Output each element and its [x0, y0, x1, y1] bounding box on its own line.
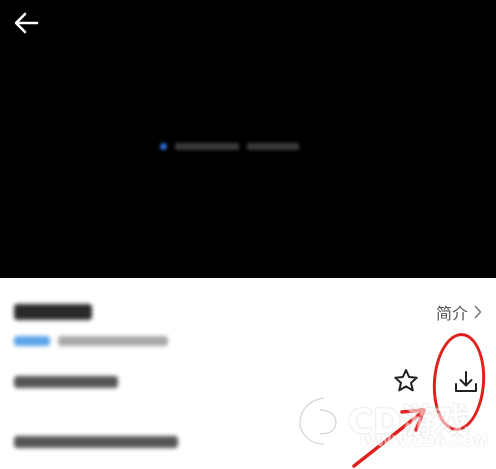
video-player[interactable]: [0, 0, 496, 278]
subtitle-text-blurred: [14, 376, 118, 388]
intro-link[interactable]: 简介: [436, 300, 482, 324]
tag-badge-blurred: [14, 336, 50, 346]
chevron-right-icon: [474, 305, 482, 319]
loading-text-blurred: [247, 142, 299, 150]
watermark: CD游戏 WWW.CD6.COM: [290, 392, 490, 462]
loading-dot: [160, 142, 167, 150]
arrow-left-icon: [14, 12, 39, 34]
episode-text-blurred: [14, 436, 178, 448]
back-button[interactable]: [8, 8, 44, 38]
video-title-blurred: [14, 304, 92, 320]
watermark-url: WWW.CD6.COM: [360, 434, 490, 450]
meta-text-blurred: [58, 336, 168, 346]
star-icon: [394, 369, 418, 392]
loading-text-blurred: [175, 142, 239, 150]
loading-indicator: [160, 138, 307, 154]
intro-label: 简介: [435, 304, 468, 323]
brand-logo-icon: [296, 394, 340, 448]
